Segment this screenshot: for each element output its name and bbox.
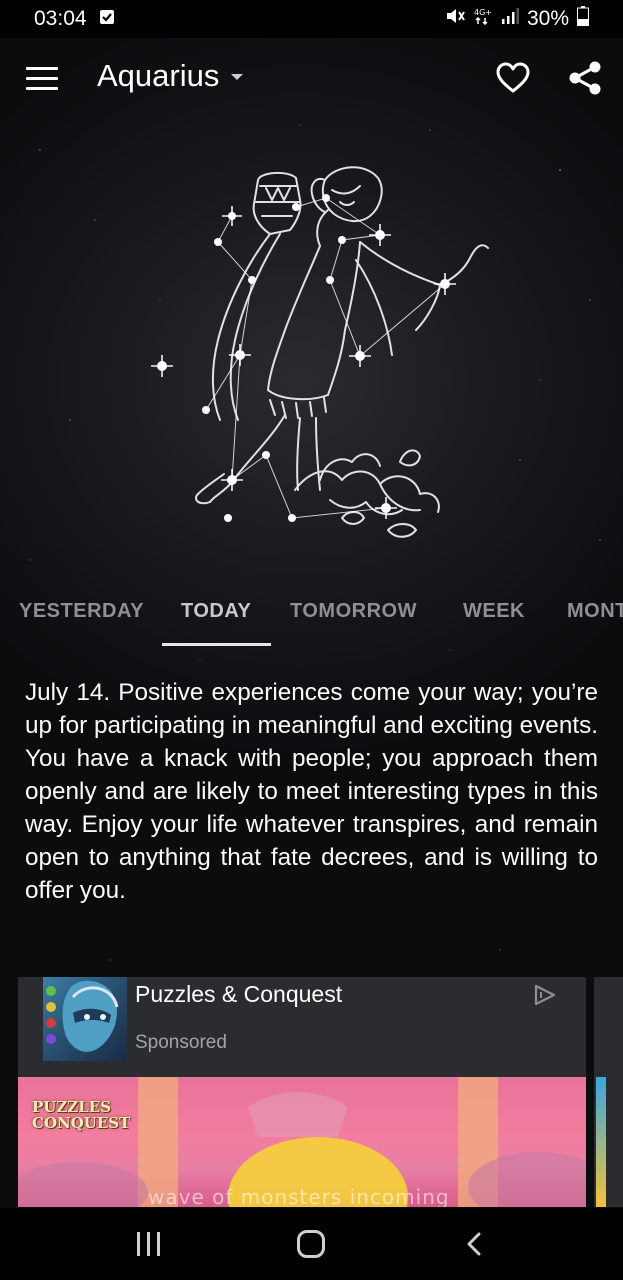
home-icon[interactable] [297,1230,325,1258]
svg-text:4G+: 4G+ [474,8,492,17]
recents-icon[interactable] [137,1232,161,1256]
tab-today[interactable]: TODAY [181,600,251,623]
ad-title[interactable]: Puzzles & Conquest [135,981,342,1008]
horoscope-text: July 14. Positive experiences come your … [25,679,598,904]
status-bar: 03:04 4G+ 30% [0,0,623,38]
ad-game-logo: PUZZLES CONQUEST [32,1098,131,1132]
next-ad-card-peek[interactable] [594,977,623,1207]
screen: 03:04 4G+ 30% Aquarius YESTERDAY TODAY T… [0,0,623,1280]
ad-media-image[interactable]: PUZZLES CONQUEST wave of monsters incomi… [18,1077,586,1207]
tab-tomorrow[interactable]: TOMORROW [290,600,417,623]
4g-icon: 4G+ [473,7,493,31]
dropdown-caret-icon [231,74,244,80]
status-icons: 4G+ 30% [445,6,589,32]
hamburger-menu-icon[interactable] [26,67,58,91]
ad-sponsored-label: Sponsored [135,1032,227,1053]
ad-app-icon[interactable] [43,977,127,1061]
sign-selector[interactable]: Aquarius [97,58,244,94]
active-tab-indicator [162,643,271,646]
tab-month[interactable]: MONT [567,600,623,623]
ad-video-caption: wave of monsters incoming [148,1185,450,1207]
signal-icon [501,7,519,31]
tab-yesterday[interactable]: YESTERDAY [19,600,144,623]
status-time: 03:04 [34,7,87,30]
battery-icon [577,6,589,32]
aquarius-constellation-illustration [151,166,489,538]
sponsored-ad-card[interactable]: Puzzles & Conquest Sponsored PUZZLES CON… [18,977,586,1207]
checkbox-notification-icon [99,7,115,31]
mute-icon [445,7,465,31]
battery-percent: 30% [526,7,569,30]
heart-icon[interactable] [496,62,530,94]
ad-choices-play-icon[interactable] [532,983,558,1007]
period-tabs: YESTERDAY TODAY TOMORROW WEEK MONT [0,590,623,650]
back-icon[interactable] [464,1232,484,1256]
share-icon[interactable] [568,60,602,96]
system-navigation-bar [0,1208,623,1280]
page-title: Aquarius [97,58,220,93]
tab-week[interactable]: WEEK [463,600,525,623]
app-bar: Aquarius [0,38,623,120]
